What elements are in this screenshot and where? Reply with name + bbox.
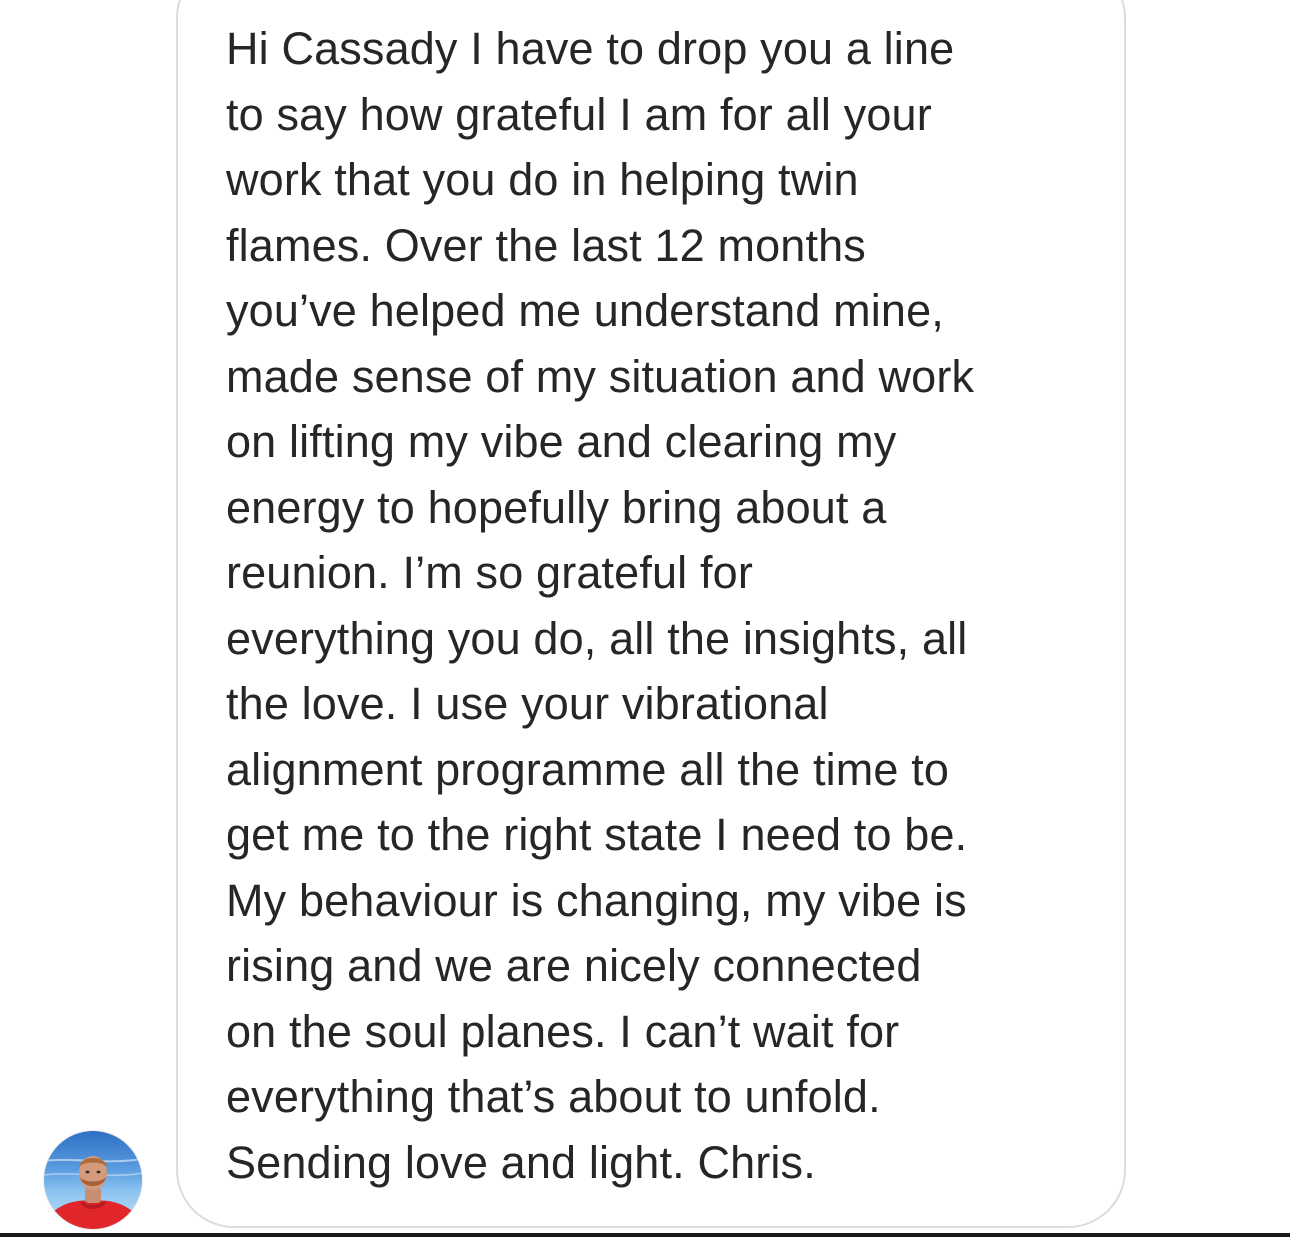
message-line: flames. Over the last 12 months — [226, 219, 866, 271]
message-line: reunion. I’m so grateful for — [226, 547, 753, 598]
message-line: everything that’s about to unfold. — [226, 1071, 881, 1122]
message-line: on lifting my vibe and clearing my — [226, 416, 897, 467]
message-line: made sense of my situation and work — [226, 350, 975, 402]
message-line: alignment programme all the time to — [226, 743, 950, 795]
bottom-divider — [0, 1233, 1290, 1237]
message-line: you’ve helped me understand mine, — [226, 285, 944, 336]
message-line: on the soul planes. I can’t wait for — [226, 1005, 900, 1057]
message-line: work that you do in helping twin — [226, 154, 859, 205]
message-line: rising and we are nicely connected — [226, 940, 922, 991]
message-line: to say how grateful I am for all your — [226, 88, 932, 140]
message-line: energy to hopefully bring about a — [226, 481, 887, 533]
message-line: everything you do, all the insights, all — [226, 612, 968, 664]
sender-avatar[interactable] — [44, 1131, 142, 1229]
message-line: Hi Cassady I have to drop you a line — [226, 23, 955, 74]
message-line: get me to the right state I need to be. — [226, 809, 968, 860]
message-text: Hi Cassady I have to drop you a line to … — [226, 16, 1106, 1195]
message-line: My behaviour is changing, my vibe is — [226, 874, 967, 926]
message-line: the love. I use your vibrational — [226, 678, 829, 729]
avatar-photo-icon — [44, 1156, 142, 1229]
message-line: Sending love and light. Chris. — [226, 1136, 816, 1188]
